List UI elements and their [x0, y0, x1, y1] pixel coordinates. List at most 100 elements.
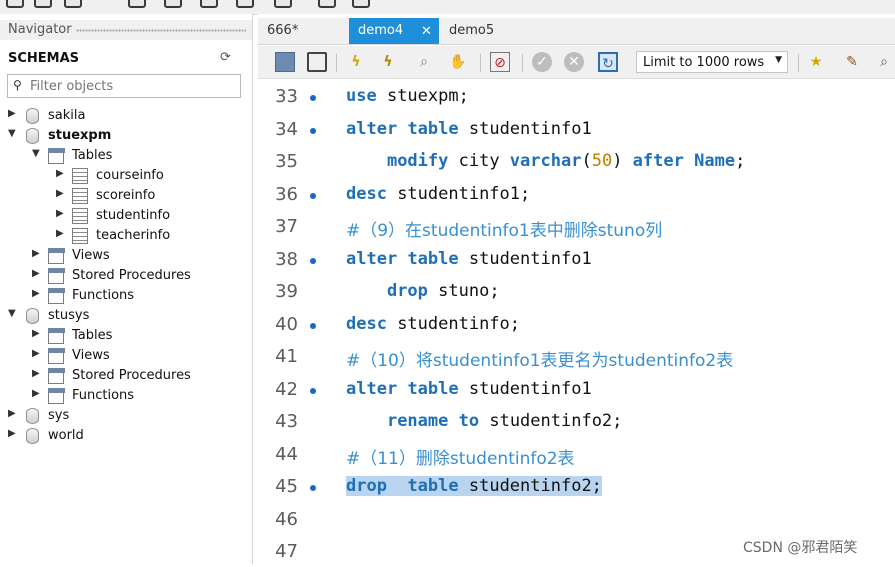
- code-text: desc studentinfo;: [346, 313, 521, 334]
- filter-input[interactable]: [30, 77, 230, 95]
- code-line[interactable]: 40 desc studentinfo;: [258, 308, 895, 340]
- chevron-right-icon[interactable]: ▶: [32, 288, 44, 299]
- tree-item-label: sys: [48, 408, 70, 423]
- toggle-error-icon[interactable]: ⊘: [490, 52, 510, 72]
- line-number: 39: [275, 281, 298, 302]
- line-number: 41: [275, 346, 298, 367]
- stop-icon[interactable]: ✋: [448, 52, 468, 72]
- table-icon: [72, 188, 88, 204]
- chevron-right-icon[interactable]: ▶: [8, 408, 20, 419]
- code-text: desc studentinfo1;: [346, 183, 531, 204]
- commit-icon[interactable]: ✓: [532, 52, 552, 72]
- code-text: alter table studentinfo1: [346, 118, 592, 139]
- chevron-right-icon[interactable]: ▶: [32, 248, 44, 259]
- tree-item-label: Stored Procedures: [72, 268, 191, 283]
- open-sql-icon[interactable]: [34, 0, 52, 8]
- search-table-icon[interactable]: [318, 0, 336, 8]
- folder-icon: [48, 388, 65, 404]
- execute-icon[interactable]: ϟ: [346, 52, 366, 72]
- table-icon: [72, 168, 88, 184]
- statement-marker-icon: [310, 192, 316, 199]
- bookmark-icon[interactable]: ★: [806, 52, 826, 72]
- chevron-right-icon[interactable]: ▶: [32, 268, 44, 279]
- code-line[interactable]: 43 rename to studentinfo2;: [258, 405, 895, 437]
- code-line[interactable]: 39 drop stuno;: [258, 275, 895, 307]
- code-line[interactable]: 44 #（11）删除studentinfo2表: [258, 438, 895, 470]
- chevron-right-icon[interactable]: ▶: [56, 208, 68, 219]
- tab-666[interactable]: 666*: [258, 18, 346, 44]
- code-line[interactable]: 41 #（10）将studentinfo1表更名为studentinfo2表: [258, 340, 895, 372]
- chevron-right-icon[interactable]: ▶: [32, 348, 44, 359]
- tree-item-label: teacherinfo: [96, 228, 171, 243]
- code-text: use stuexpm;: [346, 86, 469, 106]
- rollback-icon[interactable]: ✕: [564, 52, 584, 72]
- tab-demo4[interactable]: demo4 ✕: [349, 18, 439, 44]
- info-icon[interactable]: [64, 0, 82, 8]
- line-number: 35: [275, 151, 298, 172]
- database-icon: [26, 428, 39, 444]
- code-text: alter table studentinfo1: [346, 248, 592, 269]
- statement-marker-icon: [310, 387, 316, 394]
- code-text: alter table studentinfo1: [346, 378, 592, 399]
- close-icon[interactable]: ✕: [421, 24, 432, 39]
- main-toolbar-strip: [0, 0, 895, 15]
- code-line[interactable]: 38 alter table studentinfo1: [258, 243, 895, 275]
- limit-rows-select[interactable]: Limit to 1000 rows ▼: [636, 51, 788, 73]
- code-line[interactable]: 37 #（9）在studentinfo1表中删除stuno列: [258, 210, 895, 242]
- find-icon[interactable]: ⌕: [874, 52, 894, 72]
- new-connection-icon[interactable]: [6, 0, 24, 8]
- refresh-icon[interactable]: ⟳: [220, 50, 231, 65]
- database-icon: [26, 408, 39, 424]
- code-line[interactable]: 33 use stuexpm;: [258, 80, 895, 112]
- tree-item-label: Functions: [72, 388, 135, 403]
- tree-item-label: stuexpm: [48, 128, 112, 143]
- autocommit-icon[interactable]: ↻: [598, 52, 618, 72]
- code-text: #（10）将studentinfo1表更名为studentinfo2表: [346, 351, 734, 371]
- chevron-down-icon[interactable]: ▼: [32, 148, 44, 159]
- line-number: 43: [275, 411, 298, 432]
- reconnect-icon[interactable]: [352, 0, 370, 8]
- tab-label: demo5: [449, 23, 495, 38]
- chevron-right-icon[interactable]: ▶: [56, 168, 68, 179]
- sql-editor[interactable]: 33 use stuexpm; 34 alter table studentinfo1…: [258, 80, 895, 564]
- code-line[interactable]: 42 alter table studentinfo1: [258, 373, 895, 405]
- line-number: 46: [275, 508, 298, 530]
- schema-icon[interactable]: [128, 0, 146, 8]
- chevron-right-icon[interactable]: ▶: [56, 188, 68, 199]
- chevron-right-icon[interactable]: ▶: [32, 368, 44, 379]
- table-icon: [72, 208, 88, 224]
- chevron-right-icon[interactable]: ▶: [32, 388, 44, 399]
- chevron-right-icon[interactable]: ▶: [56, 228, 68, 239]
- save-icon[interactable]: [307, 52, 327, 72]
- schemas-header: SCHEMAS ⟳: [0, 45, 252, 69]
- beautify-icon[interactable]: ✎: [842, 52, 862, 72]
- code-line[interactable]: 34 alter table studentinfo1: [258, 113, 895, 145]
- database-icon: [26, 108, 39, 124]
- chevron-right-icon[interactable]: ▶: [8, 108, 20, 119]
- code-line[interactable]: 46: [258, 503, 895, 535]
- code-line[interactable]: 45 drop table studentinfo2;: [258, 470, 895, 502]
- procedure-icon[interactable]: [236, 0, 254, 8]
- line-number: 38: [275, 248, 298, 270]
- chevron-down-icon[interactable]: ▼: [8, 308, 20, 319]
- open-folder-icon[interactable]: [275, 52, 295, 72]
- function-icon[interactable]: [274, 0, 292, 8]
- editor-panel: 666* demo4 ✕ demo5 ϟ ϟ ⌕ ✋ ⊘ ✓ ✕ ↻ Limit…: [258, 14, 895, 564]
- line-number: 40: [275, 313, 298, 335]
- chevron-right-icon[interactable]: ▶: [8, 428, 20, 439]
- table-icon[interactable]: [164, 0, 182, 8]
- database-icon: [26, 308, 39, 324]
- tree-item-label: Views: [72, 348, 110, 363]
- view-icon[interactable]: [200, 0, 218, 8]
- execute-current-icon[interactable]: ϟ: [378, 52, 398, 72]
- statement-marker-icon: [310, 322, 316, 329]
- chevron-right-icon[interactable]: ▶: [32, 328, 44, 339]
- code-text: #（11）删除studentinfo2表: [346, 448, 575, 469]
- navigator-grip[interactable]: [76, 29, 246, 32]
- code-line[interactable]: 35 modify city varchar(50) after Name;: [258, 145, 895, 177]
- tab-demo5[interactable]: demo5: [440, 18, 520, 44]
- chevron-down-icon[interactable]: ▼: [8, 128, 20, 139]
- explain-icon[interactable]: ⌕: [414, 52, 434, 72]
- search-icon: ⚲: [13, 78, 22, 92]
- code-line[interactable]: 36 desc studentinfo1;: [258, 178, 895, 210]
